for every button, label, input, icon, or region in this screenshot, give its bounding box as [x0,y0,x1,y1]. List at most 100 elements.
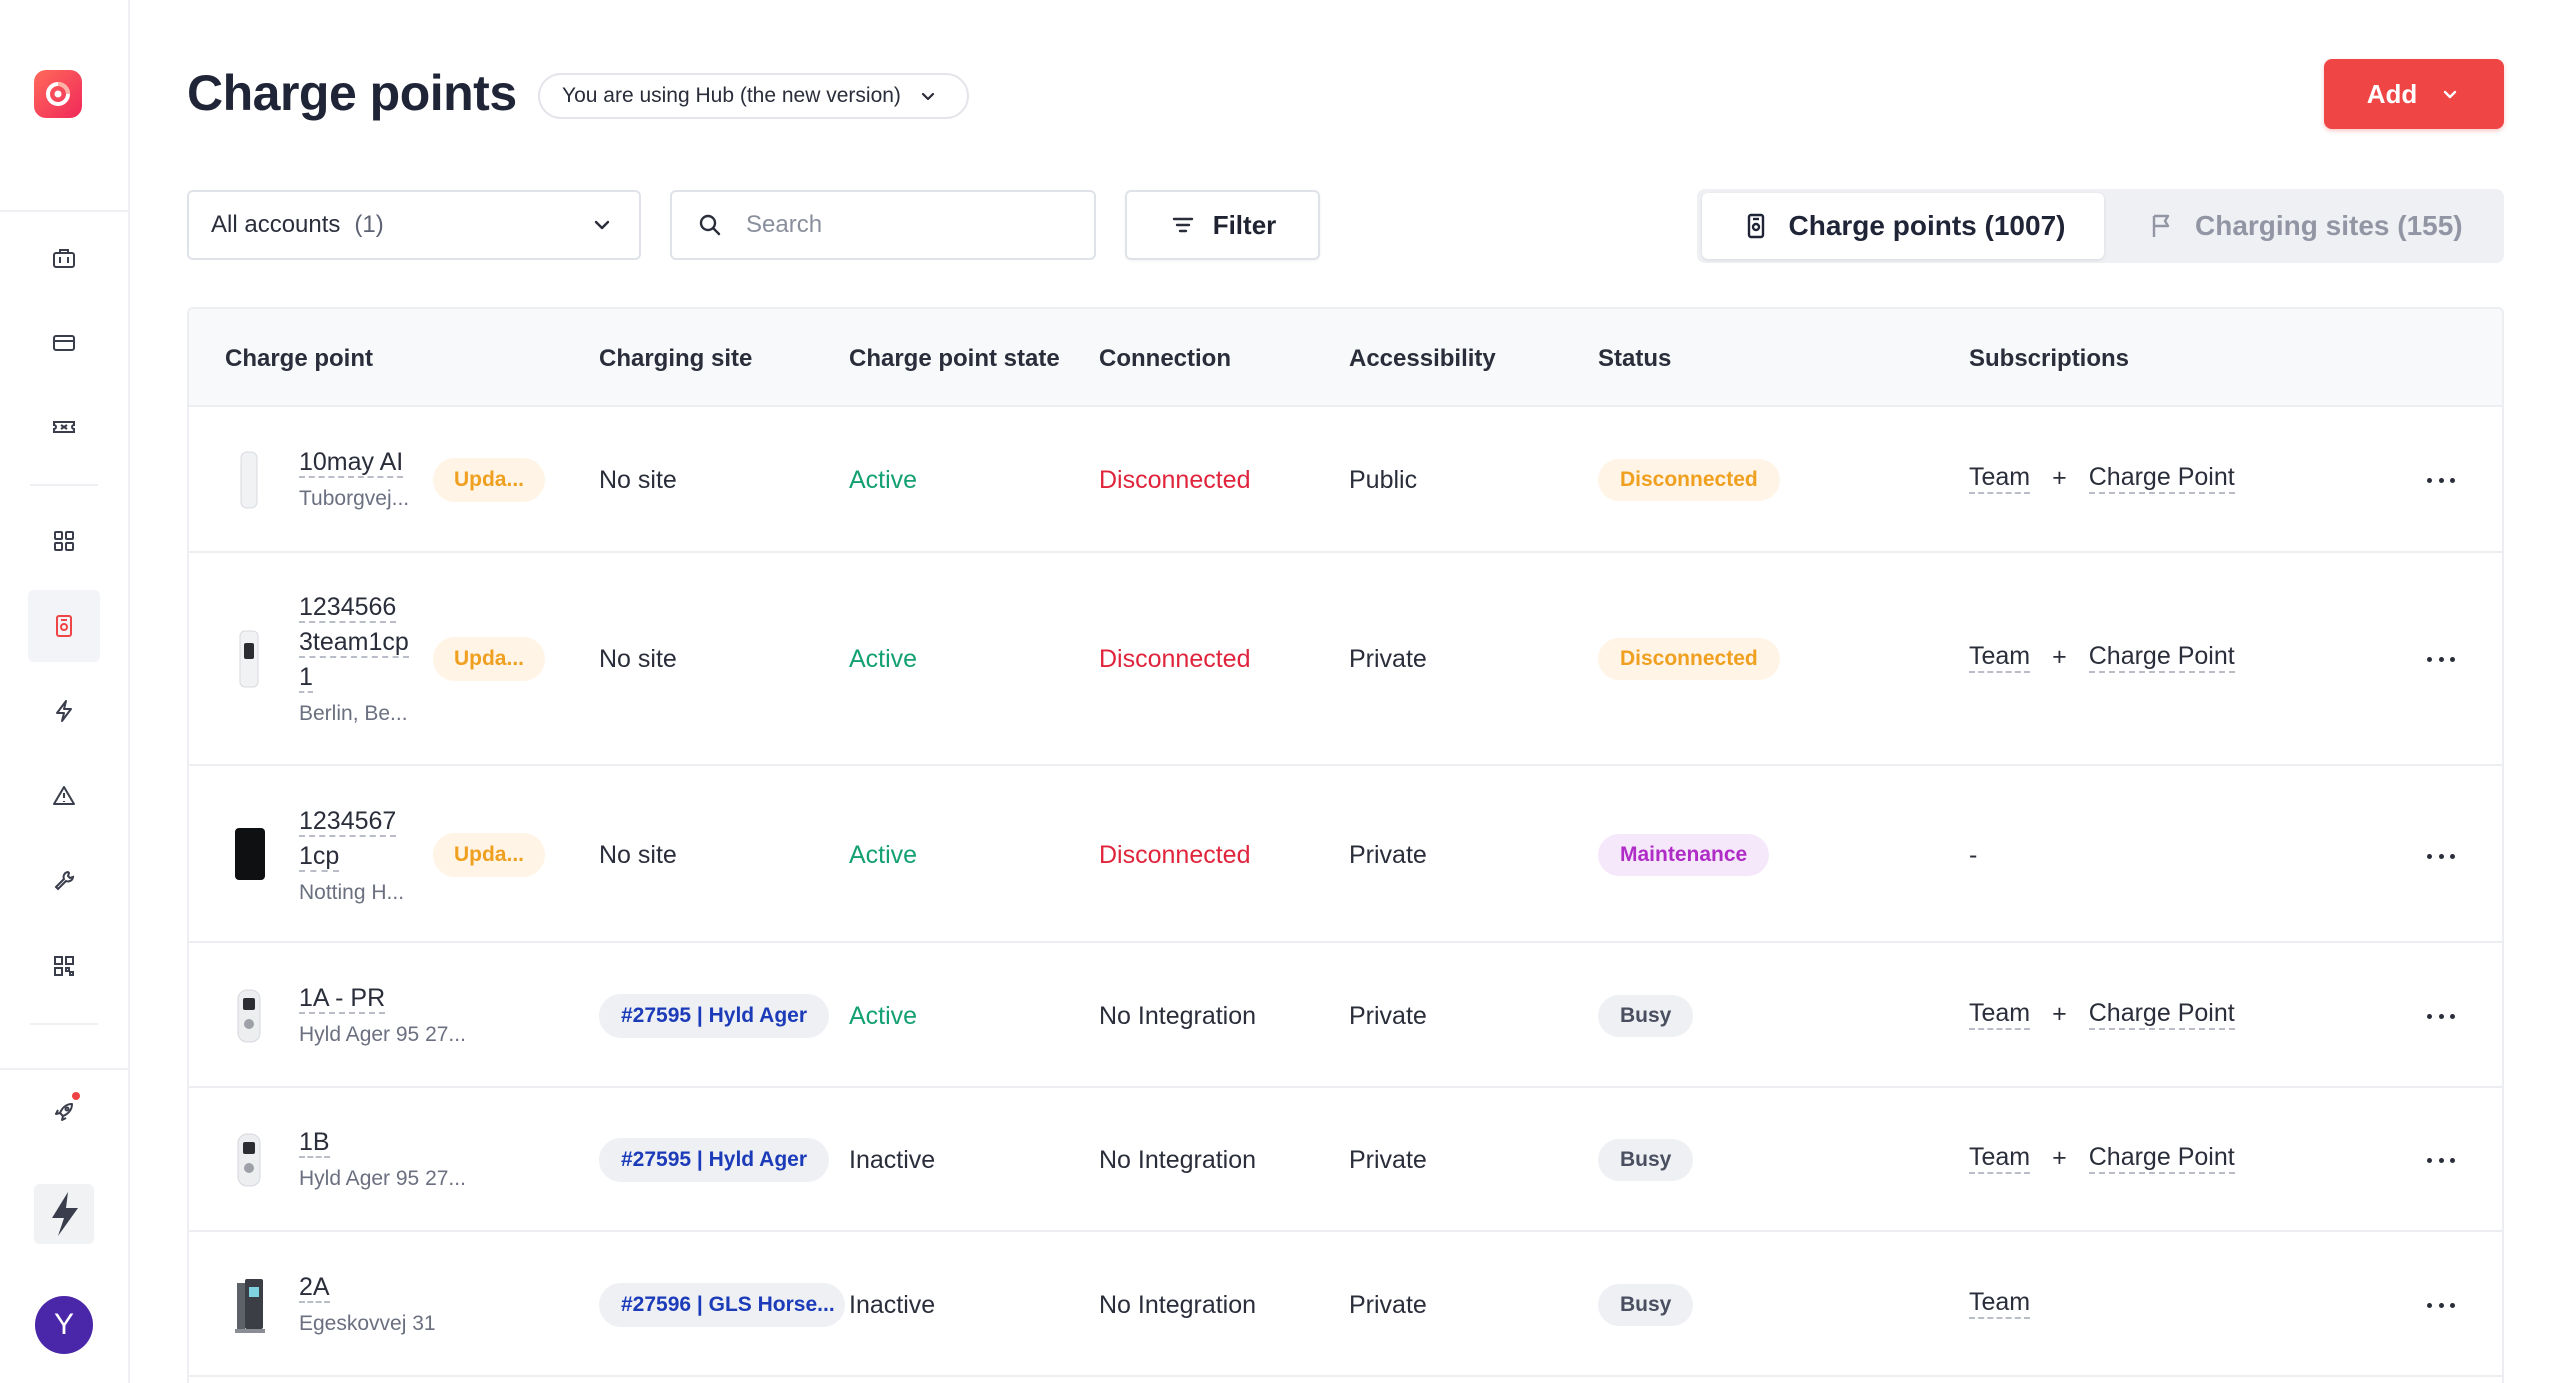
tab-charging-sites-label: Charging sites (155) [2195,210,2463,241]
more-actions-icon[interactable] [2421,1295,2461,1315]
sidebar-item-tools[interactable] [28,845,100,917]
charging-site-link[interactable]: #27596 | GLS Horse... [599,1283,845,1327]
charge-point-address: Egeskovvej 31 [299,1312,436,1335]
charge-point-name[interactable]: 10may AI [299,445,404,480]
charge-point-state: Active [849,466,918,494]
table-row[interactable]: 2A Egeskovvej 31 #27596 | GLS Horse... I… [189,1232,2502,1377]
subscription-team[interactable]: Team [1969,1288,2031,1319]
charge-point-name[interactable]: 1234566 3team1cp 1 [299,590,409,695]
sidebar-item-qr[interactable] [28,930,100,1002]
column-header[interactable]: Status [1598,345,1671,373]
subscriptions: Team + Charge Point [1969,642,2235,673]
subscription-charge-point[interactable]: Charge Point [2088,999,2235,1030]
subscriptions: Team + Charge Point [1969,999,2235,1030]
sidebar-item-payments[interactable] [28,307,100,379]
tab-charge-points[interactable]: Charge points (1007) [1702,193,2104,259]
account-select-value: All accounts [211,211,341,238]
column-header[interactable]: Connection [1099,345,1231,373]
charger-thumbnail [235,1279,265,1333]
column-header[interactable]: Accessibility [1349,345,1496,373]
charging-site: No site [599,645,677,673]
status-badge: Disconnected [1598,459,1780,501]
app-logo[interactable] [34,70,82,118]
accessibility: Private [1349,1146,1427,1174]
subscriptions: - [1969,841,1977,870]
charge-point-name[interactable]: 1B [299,1125,330,1160]
logo-icon [46,82,70,106]
subscription-charge-point[interactable]: Charge Point [2088,642,2235,673]
wrench-icon [54,870,75,891]
charging-site-link[interactable]: #27595 | Hyld Ager [599,994,830,1038]
accessibility: Private [1349,1002,1427,1030]
sidebar-item-sessions[interactable] [28,675,100,747]
subscription-team[interactable]: Team [1969,1143,2031,1174]
update-badge[interactable]: Upda... [433,637,545,681]
charging-site-link[interactable]: #27595 | Hyld Ager [599,1138,830,1182]
charge-point-name[interactable]: 1A - PR [299,981,386,1016]
filter-button[interactable]: Filter [1125,190,1320,260]
brand-logo[interactable] [34,1184,94,1244]
qr-code-icon [54,956,74,976]
more-actions-icon[interactable] [2421,1006,2461,1026]
table-row[interactable]: 1234566 3team1cp 1 Berlin, Be... Upda...… [189,553,2502,766]
update-badge[interactable]: Upda... [433,833,545,877]
charge-points-table: Charge point Charging site Charge point … [187,307,2504,1383]
connection: Disconnected [1099,645,1251,673]
column-header[interactable]: Charge point state [849,345,1060,373]
table-row[interactable]: 1A - PR Hyld Ager 95 27... #27595 | Hyld… [189,943,2502,1088]
subscription-team[interactable]: Team [1969,463,2031,494]
subscription-charge-point[interactable]: Charge Point [2088,463,2235,494]
chevron-down-icon [594,220,610,230]
subscription-plus: + [2052,464,2067,492]
subscription-charge-point[interactable]: Charge Point [2088,1143,2235,1174]
sidebar-divider [0,1068,130,1070]
sidebar-divider [30,1023,98,1025]
rocket-icon [55,1103,73,1121]
column-header[interactable]: Charge point [225,345,373,373]
more-actions-icon[interactable] [2421,649,2461,669]
subscription-team[interactable]: Team [1969,642,2031,673]
version-switcher[interactable]: You are using Hub (the new version) [538,73,969,119]
column-header[interactable]: Subscriptions [1969,345,2129,373]
charge-point-address: Berlin, Be... [299,702,408,725]
sidebar-item-alerts[interactable] [28,760,100,832]
tab-charge-points-label: Charge points (1007) [1788,210,2066,241]
search-box[interactable] [670,190,1096,260]
sidebar-item-whats-new[interactable] [28,1076,100,1148]
filter-label: Filter [1212,209,1277,240]
sidebar-divider [30,484,98,486]
ticket-icon [53,421,75,433]
add-button[interactable]: Add [2324,59,2504,129]
account-select[interactable]: All accounts (1) [187,190,641,260]
more-actions-icon[interactable] [2421,846,2461,866]
connection: No Integration [1099,1291,1257,1319]
charge-point-name[interactable]: 1234567 1cp [299,804,397,874]
sidebar-item-charge-points[interactable] [28,590,100,662]
table-row[interactable]: 1B Hyld Ager 95 27... #27595 | Hyld Ager… [189,1088,2502,1232]
sidebar-item-tickets[interactable] [28,391,100,463]
status-badge: Maintenance [1598,834,1770,876]
table-row[interactable]: 10may AI Tuborgvej... Upda... No site Ac… [189,407,2502,553]
search-input[interactable] [746,211,1066,239]
sidebar-item-briefcase[interactable] [28,223,100,295]
account-count: (1) [354,211,384,238]
table-row[interactable]: 1234567 1cp Notting H... Upda... No site… [189,766,2502,943]
sidebar-item-dashboard[interactable] [28,505,100,577]
subscription-team[interactable]: Team [1969,999,2031,1030]
charge-point-name[interactable]: 2A [299,1270,330,1305]
subscriptions: Team + Charge Point [1969,463,2235,494]
table-header: Charge point Charging site Charge point … [189,309,2502,407]
tab-charging-sites[interactable]: Charging sites (155) [2147,193,2463,259]
column-header[interactable]: Charging site [599,345,752,373]
more-actions-icon[interactable] [2421,470,2461,490]
subscriptions: Team + Charge Point [1969,1143,2235,1174]
accessibility: Private [1349,645,1427,673]
charge-point-state: Active [849,841,918,869]
charge-point-state: Inactive [849,1146,936,1174]
charge-point-address: Hyld Ager 95 27... [299,1167,466,1190]
version-label: You are using Hub (the new version) [562,84,901,107]
user-avatar[interactable]: Y [35,1296,93,1354]
add-button-label: Add [2366,78,2418,109]
update-badge[interactable]: Upda... [433,458,545,502]
more-actions-icon[interactable] [2421,1150,2461,1170]
